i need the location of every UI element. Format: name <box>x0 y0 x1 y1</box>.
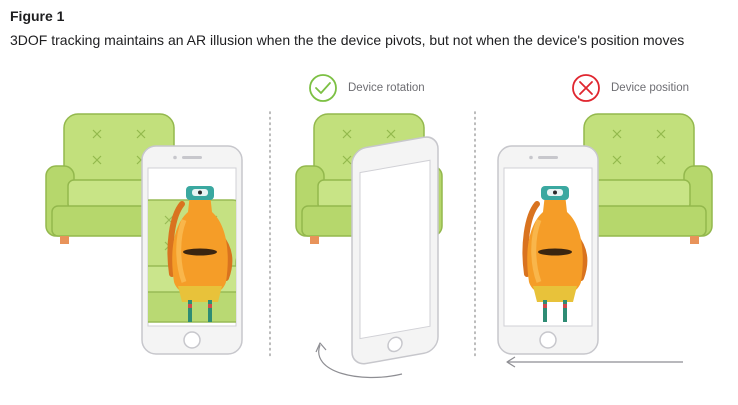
panel-rotation <box>295 74 443 379</box>
diagram-illustration <box>45 74 713 379</box>
x-circle-icon <box>572 74 600 102</box>
panel-position <box>497 74 713 368</box>
checkmark-circle-icon <box>309 74 337 102</box>
rotated-phone-illustration <box>351 136 439 365</box>
panel-reference <box>45 113 243 355</box>
